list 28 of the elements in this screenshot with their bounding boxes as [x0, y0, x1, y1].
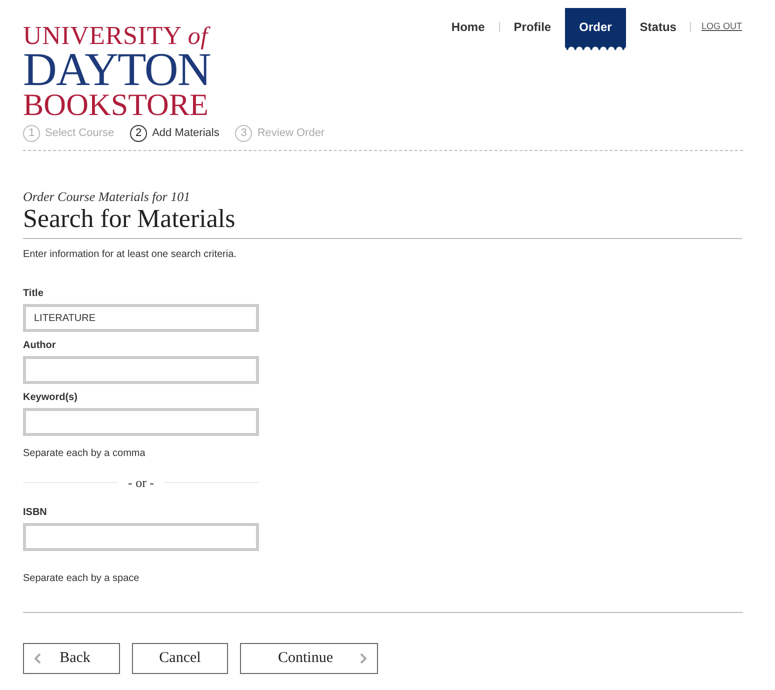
step-indicator: 2 Add Materials [130, 124, 220, 142]
nav-tab[interactable]: Status [626, 8, 690, 50]
nav-button[interactable]: Back [23, 642, 120, 674]
hint-text: Separate each by a space [23, 572, 140, 586]
instruction-text: Enter information for at least one search criteria. [23, 248, 238, 262]
or-separator: - or - [128, 474, 154, 492]
page-subtitle: Order Course Materials for 101 [23, 188, 192, 206]
page-heading: Search for Materials [23, 206, 742, 240]
field-label: Title [23, 288, 44, 300]
hint-text: Separate each by a comma [23, 447, 146, 462]
nav-button[interactable]: Cancel [132, 642, 228, 674]
field-label: Author [23, 340, 57, 352]
step-indicator: 1 Select Course [23, 124, 114, 142]
nav-tab[interactable]: Home [437, 8, 499, 50]
input-field[interactable] [23, 356, 259, 384]
step-indicator: 3 Review Order [235, 124, 325, 142]
chevron-left-icon [34, 652, 41, 664]
field-label: ISBN [23, 506, 48, 519]
input-field[interactable] [23, 408, 259, 436]
nav-tab[interactable]: Order [565, 8, 626, 50]
input-field[interactable] [23, 522, 259, 551]
logout-link[interactable]: LOG OUT [691, 8, 742, 34]
chevron-right-icon [360, 652, 367, 664]
input-field[interactable]: LITERATURE [23, 304, 259, 332]
nav-tab[interactable]: Profile [500, 8, 566, 50]
nav-button[interactable]: Continue [240, 642, 378, 674]
bookstore-logo: UNIVERSITY of DAYTON BOOKSTORE [23, 20, 210, 119]
field-label: Keyword(s) [23, 392, 78, 404]
